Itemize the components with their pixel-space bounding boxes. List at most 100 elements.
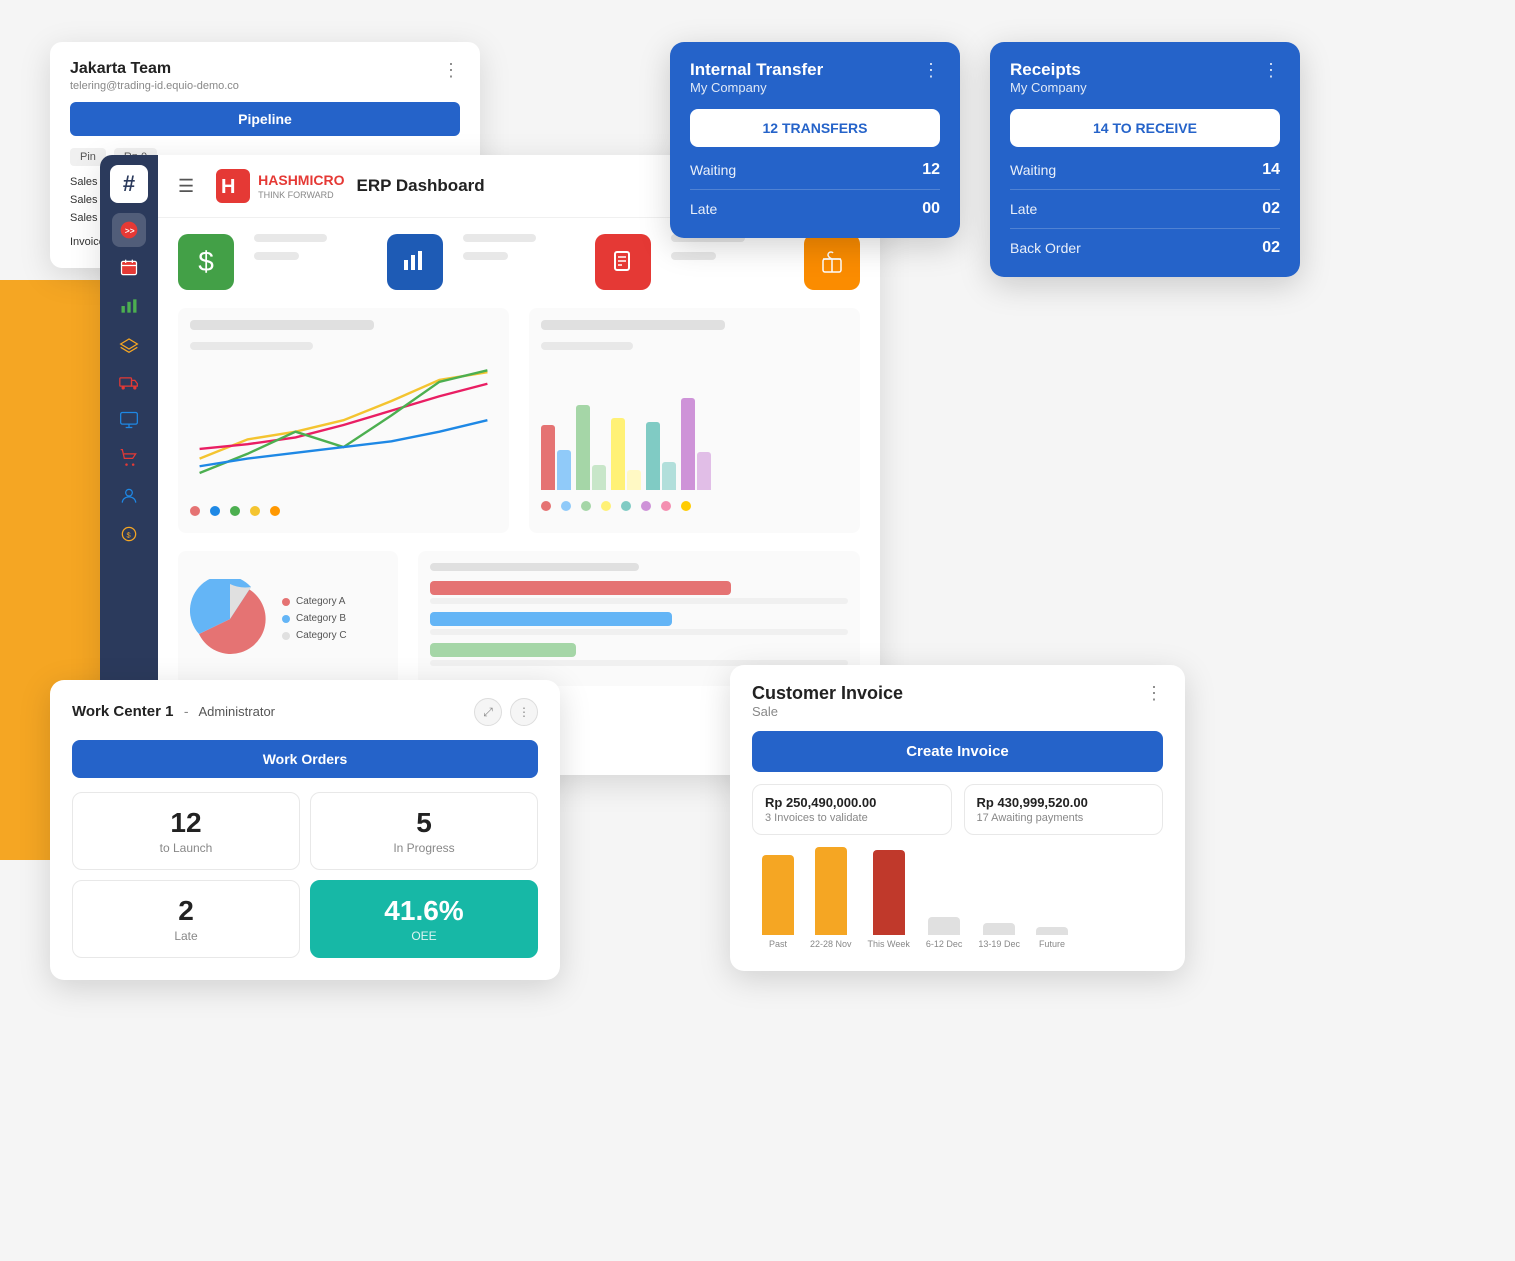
kpi-text-3 xyxy=(671,234,784,290)
inv-bar-past: Past xyxy=(762,855,794,949)
kpi-document-icon xyxy=(595,234,651,290)
bar-chart-block xyxy=(529,308,860,533)
inv-bar-future-label: Future xyxy=(1039,939,1065,949)
wc-stat-launch-label: to Launch xyxy=(89,841,283,855)
sidebar-item-truck[interactable] xyxy=(112,365,146,399)
hbar-1 xyxy=(430,581,848,604)
transfer-menu-icon[interactable]: ⋮ xyxy=(922,60,940,81)
line-chart-svg xyxy=(190,360,497,490)
hbar-title-skeleton xyxy=(430,563,639,571)
svg-text:H: H xyxy=(221,176,235,198)
jakarta-menu-icon[interactable]: ⋮ xyxy=(442,60,460,81)
sidebar-item-fast-forward[interactable]: >> xyxy=(112,213,146,247)
bar-chart-subtitle-skeleton xyxy=(541,342,633,350)
inv-bar-dec13-fill xyxy=(983,923,1015,935)
create-invoice-button[interactable]: Create Invoice xyxy=(752,731,1163,772)
wc-expand-icon[interactable]: ⤢ xyxy=(474,698,502,726)
wc-admin: Administrator xyxy=(198,704,275,719)
inv-bar-dec6-fill xyxy=(928,917,960,935)
inv-bar-nov-label: 22-28 Nov xyxy=(810,939,852,949)
kpi-chart-icon xyxy=(387,234,443,290)
wc-stat-late: 2 Late xyxy=(72,880,300,958)
hash-icon: # xyxy=(123,171,135,197)
wc-stat-late-value: 2 xyxy=(89,895,283,927)
wc-stat-oee-value: 41.6% xyxy=(327,895,521,927)
line-chart-subtitle-skeleton xyxy=(190,342,313,350)
kpi-icons-row: $ xyxy=(178,234,860,290)
invoice-title: Customer Invoice xyxy=(752,683,903,704)
svg-text:$: $ xyxy=(127,530,132,539)
wc-stat-launch-value: 12 xyxy=(89,807,283,839)
erp-logo: # xyxy=(110,165,148,203)
sidebar-item-bar-chart[interactable] xyxy=(112,289,146,323)
wc-stat-late-label: Late xyxy=(89,929,283,943)
inv-bar-past-fill xyxy=(762,855,794,935)
hbar-3 xyxy=(430,643,848,666)
bar-chart-legend xyxy=(541,498,848,516)
invoice-amount-validate-label: 3 Invoices to validate xyxy=(765,812,939,824)
brand-subtitle: THINK FORWARD xyxy=(258,190,344,200)
invoice-amounts: Rp 250,490,000.00 3 Invoices to validate… xyxy=(752,784,1163,835)
invoice-amount-awaiting-label: 17 Awaiting payments xyxy=(977,812,1151,824)
wc-stat-oee-label: OEE xyxy=(327,929,521,943)
transfer-subtitle: My Company xyxy=(690,80,823,95)
line-chart-title-skeleton xyxy=(190,320,374,330)
invoice-amount-awaiting-value: Rp 430,999,520.00 xyxy=(977,795,1151,810)
brand-name: HASHMICRO xyxy=(258,172,344,188)
receipts-menu-icon[interactable]: ⋮ xyxy=(1262,60,1280,81)
kpi-text-1 xyxy=(254,234,367,290)
wc-stats-grid: 12 to Launch 5 In Progress 2 Late 41.6% … xyxy=(72,792,538,958)
invoice-amount-validate: Rp 250,490,000.00 3 Invoices to validate xyxy=(752,784,952,835)
dashboard-title: ERP Dashboard xyxy=(356,176,484,196)
hbar-2 xyxy=(430,612,848,635)
transfer-stats: Waiting 12 Late 00 xyxy=(690,161,940,218)
inv-bar-future-fill xyxy=(1036,927,1068,935)
inv-bar-past-label: Past xyxy=(769,939,787,949)
erp-content-area: $ xyxy=(158,218,880,702)
invoice-amount-validate-value: Rp 250,490,000.00 xyxy=(765,795,939,810)
line-chart-legend xyxy=(190,503,497,521)
invoice-subtitle: Sale xyxy=(752,704,903,719)
wc-stat-inprogress: 5 In Progress xyxy=(310,792,538,870)
wc-stat-inprogress-label: In Progress xyxy=(327,841,521,855)
hbar-fill-1 xyxy=(430,581,731,595)
sidebar-item-cart[interactable] xyxy=(112,441,146,475)
invoice-amount-awaiting: Rp 430,999,520.00 17 Awaiting payments xyxy=(964,784,1164,835)
internal-transfer-card: Internal Transfer My Company ⋮ 12 TRANSF… xyxy=(670,42,960,238)
pipeline-button[interactable]: Pipeline xyxy=(70,102,460,136)
bar-chart-title-skeleton xyxy=(541,320,725,330)
wc-stat-inprogress-value: 5 xyxy=(327,807,521,839)
inv-bar-thisweek: This Week xyxy=(868,850,910,949)
invoice-header: Customer Invoice Sale ⋮ xyxy=(752,683,1163,719)
sidebar-item-layers[interactable] xyxy=(112,327,146,361)
inv-bar-dec13-label: 13-19 Dec xyxy=(978,939,1020,949)
jakarta-title: Jakarta Team xyxy=(70,60,239,78)
kpi-gift-icon xyxy=(804,234,860,290)
sidebar-item-monitor[interactable] xyxy=(112,403,146,437)
customer-invoice-card: Customer Invoice Sale ⋮ Create Invoice R… xyxy=(730,665,1185,971)
pie-legend: Category A Category B Category C xyxy=(282,596,347,641)
sidebar-item-calendar[interactable] xyxy=(112,251,146,285)
transfers-button[interactable]: 12 TRANSFERS xyxy=(690,109,940,147)
wc-stat-launch: 12 to Launch xyxy=(72,792,300,870)
to-receive-button[interactable]: 14 TO RECEIVE xyxy=(1010,109,1280,147)
inv-bar-dec6: 6-12 Dec xyxy=(926,917,963,949)
transfer-title: Internal Transfer xyxy=(690,60,823,80)
wc-more-icon[interactable]: ⋮ xyxy=(510,698,538,726)
hbar-fill-3 xyxy=(430,643,576,657)
hbar-fill-2 xyxy=(430,612,672,626)
sidebar-item-coins[interactable]: $ xyxy=(112,517,146,551)
charts-row xyxy=(178,308,860,533)
hamburger-icon[interactable]: ☰ xyxy=(178,176,194,197)
line-chart-block xyxy=(178,308,509,533)
invoice-menu-icon[interactable]: ⋮ xyxy=(1145,683,1163,704)
wc-stat-oee: 41.6% OEE xyxy=(310,880,538,958)
receipts-subtitle: My Company xyxy=(1010,80,1087,95)
kpi-dollar-icon: $ xyxy=(178,234,234,290)
work-orders-button[interactable]: Work Orders xyxy=(72,740,538,778)
receipts-stats: Waiting 14 Late 02 Back Order 02 xyxy=(1010,161,1280,257)
bar-chart-area xyxy=(541,360,848,490)
receipts-title: Receipts xyxy=(1010,60,1087,80)
inv-bar-thisweek-fill xyxy=(873,850,905,935)
sidebar-item-user[interactable] xyxy=(112,479,146,513)
